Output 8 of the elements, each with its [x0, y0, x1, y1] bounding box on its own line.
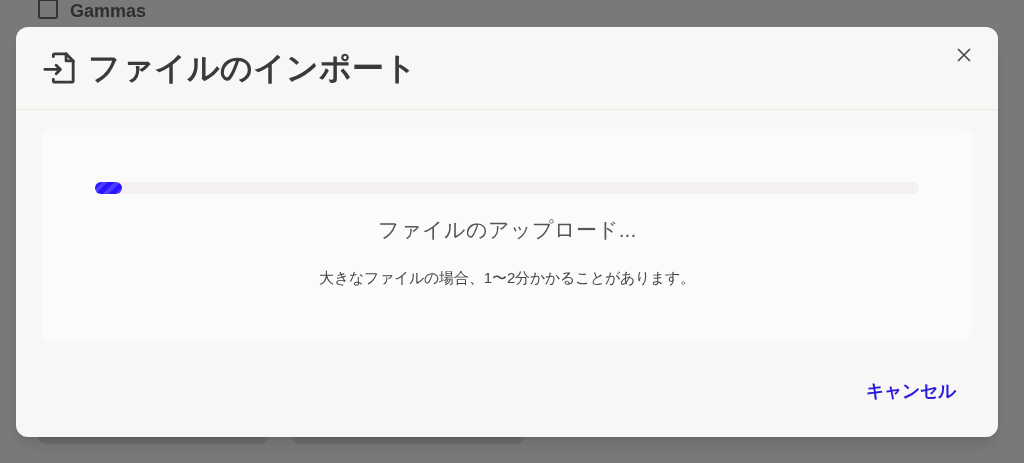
list-item-label: Gammas [70, 0, 147, 22]
close-icon [956, 47, 972, 63]
status-text: ファイルのアップロード... [377, 217, 637, 243]
file-import-icon [42, 50, 76, 86]
cancel-button[interactable]: キャンセル [866, 377, 956, 405]
checkbox[interactable] [38, 0, 58, 19]
note-text: 大きなファイルの場合、1〜2分かかることがあります。 [318, 267, 696, 288]
dialog-title: ファイルのインポート [88, 52, 417, 84]
